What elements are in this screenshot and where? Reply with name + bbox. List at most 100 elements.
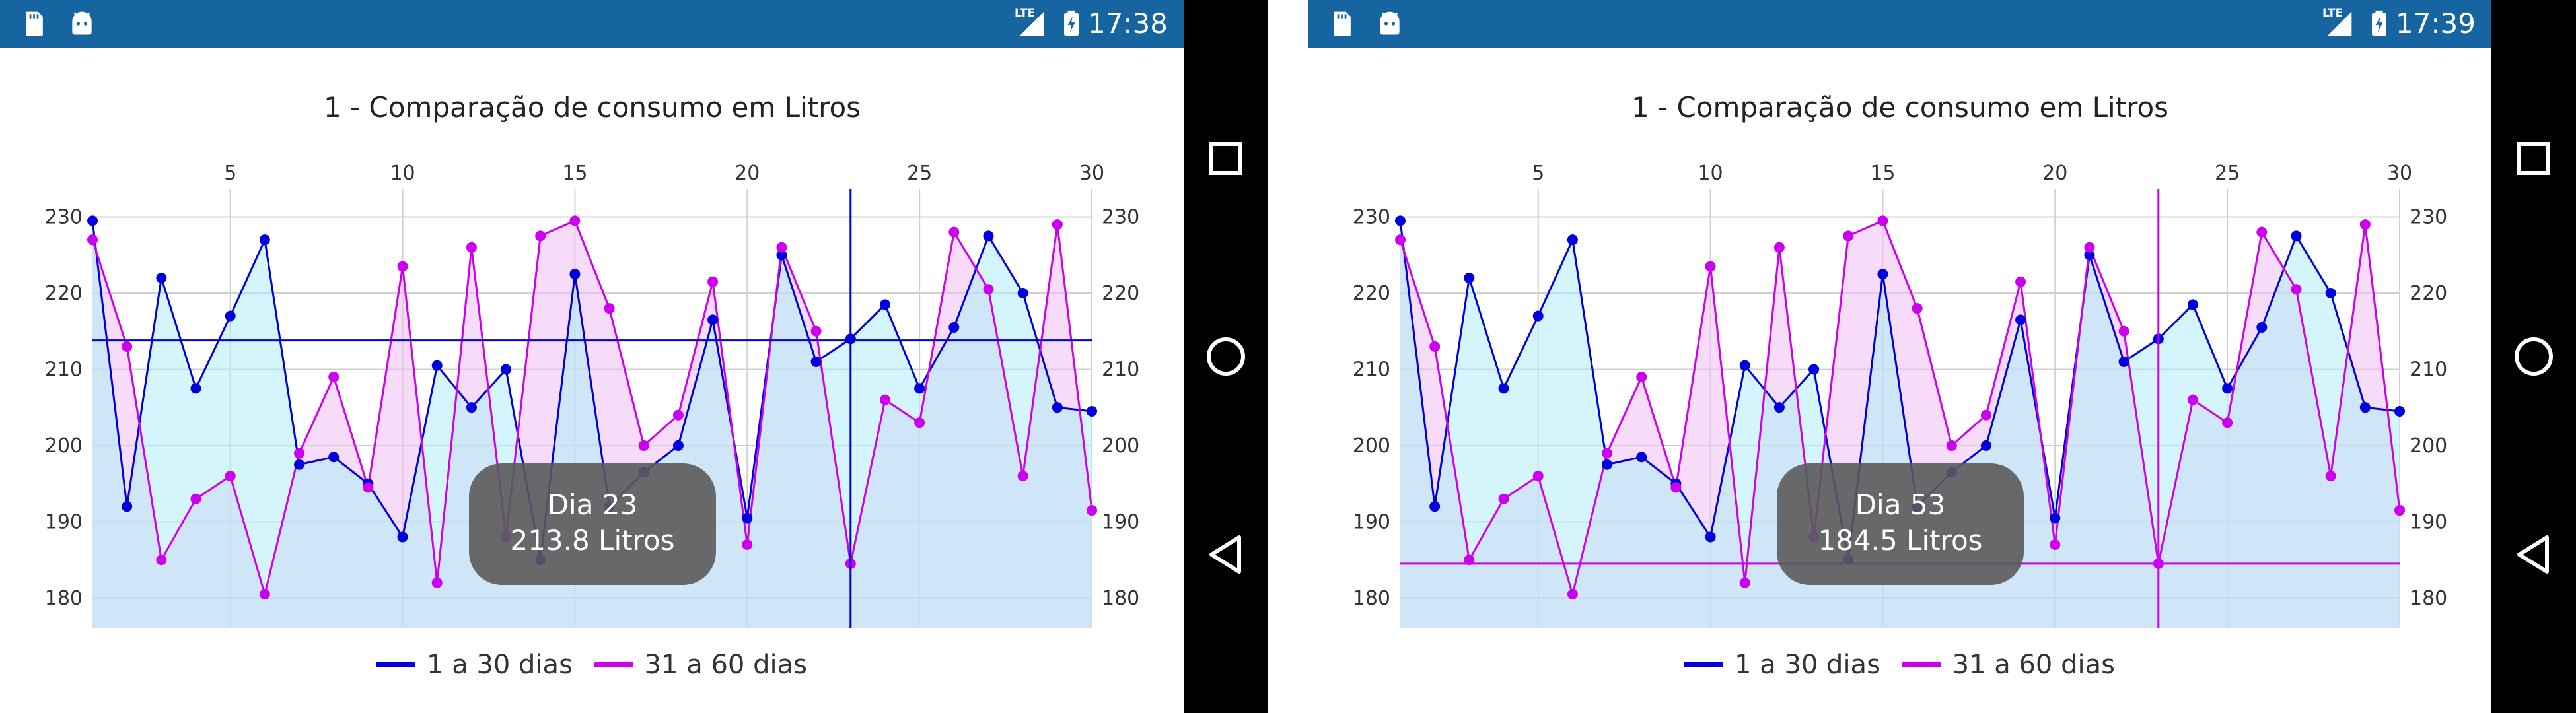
data-point-series-2 — [2222, 417, 2233, 428]
legend-item-series-2: 31 a 60 dias — [594, 650, 807, 680]
data-point-series-1 — [1980, 440, 1991, 451]
sd-card-icon — [1334, 11, 1351, 36]
back-triangle-icon[interactable] — [1199, 528, 1252, 581]
y-tick-label-right: 230 — [1102, 206, 1139, 229]
data-point-series-1 — [1773, 402, 1785, 413]
data-point-series-1 — [259, 234, 270, 246]
chart-panel[interactable]: 1 - Comparação de consumo em Litros 180 18… — [1308, 48, 2491, 713]
recents-square-icon[interactable] — [1199, 132, 1252, 185]
data-point-series-2 — [638, 440, 649, 451]
legend-item-series-2: 31 a 60 dias — [1902, 650, 2115, 680]
y-tick-label-right: 230 — [2410, 206, 2447, 229]
tooltip-day: Dia 53 — [1855, 489, 1946, 521]
data-point-series-1 — [948, 322, 960, 333]
home-circle-icon[interactable] — [2507, 330, 2560, 383]
legend-swatch-blue — [1684, 662, 1723, 667]
data-point-series-2 — [156, 555, 167, 566]
signal-icon — [2327, 11, 2352, 36]
back-triangle-icon[interactable] — [2507, 528, 2560, 581]
chart-panel[interactable]: 1 - Comparação de consumo em Litros 180 18… — [0, 48, 1184, 713]
data-point-series-2 — [190, 493, 201, 504]
data-point-series-1 — [466, 402, 477, 413]
data-point-series-1 — [2118, 356, 2129, 367]
tooltip-value: 213.8 Litros — [510, 524, 675, 557]
legend-swatch-blue — [376, 662, 415, 667]
data-point-series-2 — [2291, 284, 2302, 295]
signal-icon — [1019, 11, 1044, 36]
data-point-series-1 — [328, 452, 340, 463]
data-point-series-2 — [2084, 242, 2095, 253]
x-tick-label: 15 — [562, 162, 587, 185]
data-point-series-2 — [2118, 325, 2129, 337]
battery-charging-icon — [1064, 10, 1079, 36]
y-tick-label-right: 190 — [2410, 510, 2447, 533]
data-point-series-1 — [397, 531, 408, 543]
x-tick-label: 10 — [1698, 162, 1723, 185]
data-point-series-2 — [1602, 448, 1613, 459]
data-point-series-2 — [2187, 394, 2198, 405]
data-point-series-1 — [1464, 272, 1475, 283]
navigation-bar — [2491, 0, 2576, 713]
x-tick-label: 15 — [1870, 162, 1895, 185]
data-point-series-1 — [810, 356, 822, 367]
data-point-series-1 — [1567, 234, 1578, 246]
data-point-series-2 — [1773, 242, 1785, 253]
data-point-series-1 — [2325, 288, 2336, 298]
data-point-series-2 — [707, 276, 719, 287]
data-point-series-1 — [1808, 364, 1820, 375]
data-point-series-2 — [1498, 493, 1509, 504]
data-point-series-2 — [1705, 261, 1716, 272]
recents-square-icon[interactable] — [2507, 132, 2560, 185]
status-time: 17:38 — [1087, 7, 1168, 40]
screen-left: LTE 17:38 1 - Comparação de consumo em L… — [0, 0, 1268, 713]
data-point-series-1 — [914, 383, 925, 394]
legend-label: 1 a 30 dias — [1735, 650, 1880, 680]
status-time: 17:39 — [2395, 7, 2476, 40]
y-tick-label-left: 230 — [45, 206, 83, 229]
y-tick-label-right: 180 — [1102, 587, 1139, 610]
data-point-series-1 — [1877, 269, 1888, 280]
legend-label: 31 a 60 dias — [644, 650, 807, 680]
data-point-series-1 — [2187, 299, 2198, 310]
y-tick-label-right: 200 — [1102, 434, 1139, 458]
y-tick-label-left: 220 — [1353, 282, 1390, 305]
screen-right: LTE 17:39 1 - Comparação de consumo em L… — [1308, 0, 2576, 713]
y-tick-label-left: 210 — [1353, 358, 1390, 381]
legend-label: 31 a 60 dias — [1952, 650, 2115, 680]
y-tick-label-right: 220 — [1102, 282, 1139, 305]
data-point-series-2 — [983, 284, 994, 295]
battery-charging-icon — [2372, 10, 2386, 36]
sd-card-icon — [26, 11, 43, 36]
data-point-series-1 — [294, 459, 305, 470]
data-point-series-2 — [1670, 482, 1682, 493]
data-point-series-1 — [742, 512, 753, 524]
x-tick-label: 30 — [2387, 162, 2412, 185]
y-tick-label-left: 190 — [1353, 510, 1390, 533]
data-point-series-2 — [1395, 234, 1406, 246]
data-point-series-1 — [569, 269, 581, 280]
data-point-series-1 — [2394, 405, 2405, 417]
status-bar: LTE 17:39 — [1308, 0, 2491, 48]
data-point-series-1 — [983, 230, 994, 242]
legend-swatch-purple — [1902, 662, 1941, 667]
data-point-series-2 — [604, 303, 615, 314]
data-point-series-2 — [1087, 505, 1097, 516]
data-point-series-1 — [1602, 459, 1613, 470]
navigation-bar — [1184, 0, 1268, 713]
data-point-series-1 — [2359, 402, 2371, 413]
y-tick-label-right: 180 — [2410, 587, 2447, 610]
data-point-series-1 — [501, 364, 512, 375]
y-tick-label-right: 210 — [2410, 358, 2447, 381]
data-point-series-2 — [1532, 471, 1544, 482]
data-point-series-2 — [1052, 219, 1063, 230]
home-circle-icon[interactable] — [1199, 330, 1252, 383]
tooltip-value: 184.5 Litros — [1818, 524, 1983, 557]
y-tick-label-left: 210 — [45, 358, 83, 381]
x-tick-label: 5 — [1532, 162, 1544, 185]
data-point-series-2 — [914, 417, 925, 428]
data-point-series-2 — [397, 261, 408, 272]
y-tick-label-right: 200 — [2410, 434, 2447, 458]
data-point-series-2 — [1017, 471, 1028, 482]
data-point-series-1 — [672, 440, 684, 451]
data-point-series-2 — [431, 577, 443, 588]
